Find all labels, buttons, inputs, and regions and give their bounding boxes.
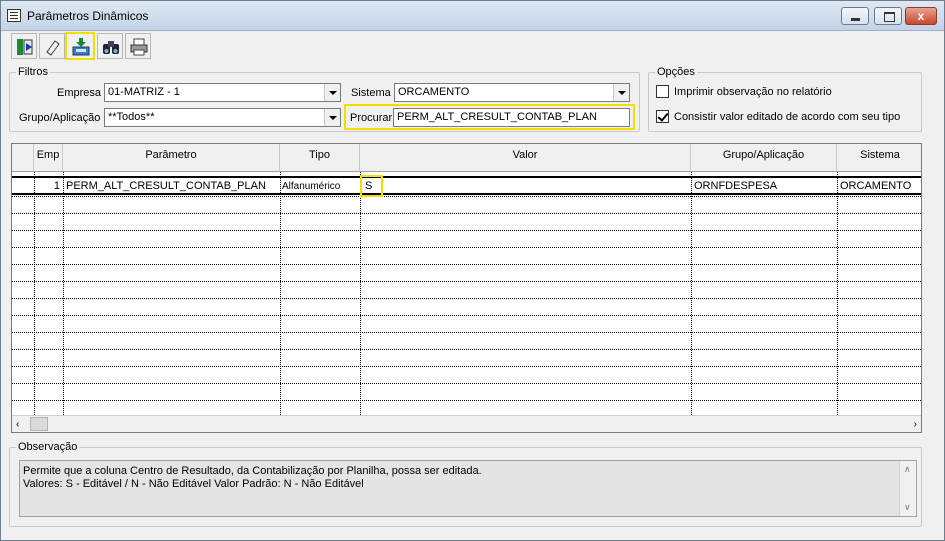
cell-sistema[interactable]: ORCAMENTO [840,178,920,195]
observation-line-2: Valores: S - Editável / N - Não Editável… [23,478,364,490]
scrollbar-thumb[interactable] [30,417,48,431]
observation-line-1: Permite que a coluna Centro de Resultado… [23,465,482,477]
print-button[interactable] [125,33,151,59]
observation-scrollbar[interactable]: ∧ ∨ [899,461,916,516]
title-bar: Parâmetros Dinâmicos x [1,1,944,31]
import-button[interactable] [65,32,95,60]
grupo-value: **Todos** [108,111,155,123]
col-header-parametro[interactable]: Parâmetro [63,144,280,172]
cell-tipo[interactable]: Alfanumérico [282,178,360,195]
procurar-input[interactable]: PERM_ALT_CRESULT_CONTAB_PLAN [393,108,630,127]
print-observation-checkbox[interactable] [656,85,669,98]
main-window: Parâmetros Dinâmicos x Filtros Empresa 0… [0,0,945,541]
import-icon [72,38,90,56]
cell-parametro[interactable]: PERM_ALT_CRESULT_CONTAB_PLAN [66,178,278,195]
col-header-sistema[interactable]: Sistema [837,144,921,172]
col-header-grupo[interactable]: Grupo/Aplicação [691,144,837,172]
col-header-emp[interactable]: Emp [34,144,63,172]
parameters-grid: Emp Parâmetro Tipo Valor Grupo/Aplicação… [11,143,922,433]
search-button[interactable] [97,33,123,59]
printer-icon [130,38,148,56]
options-legend: Opções [655,66,697,78]
scroll-up-icon[interactable]: ∧ [904,464,911,475]
scroll-left-icon[interactable]: ‹ [16,419,19,430]
binoculars-icon [103,41,119,54]
procurar-label: Procurar [350,112,393,124]
cell-emp[interactable]: 1 [34,178,63,195]
print-observation-label: Imprimir observação no relatório [674,86,832,98]
observation-legend: Observação [16,441,80,453]
observation-text: Permite que a coluna Centro de Resultado… [19,460,917,517]
scroll-down-icon[interactable]: ∨ [904,502,911,513]
row-indicator-header [12,144,34,172]
eraser-icon [46,40,60,56]
empresa-value: 01-MATRIZ - 1 [108,86,180,98]
close-button[interactable]: x [905,7,937,25]
valor-highlight [360,175,383,197]
options-group: Opções [648,66,922,132]
validate-type-checkbox[interactable] [656,110,669,123]
exit-icon [17,39,33,55]
window-title: Parâmetros Dinâmicos [27,9,149,23]
validate-type-label: Consistir valor editado de acordo com se… [674,111,901,123]
close-icon: x [917,9,925,23]
clear-button[interactable] [39,33,65,59]
col-header-tipo[interactable]: Tipo [280,144,360,172]
cell-grupo[interactable]: ORNFDESPESA [694,178,834,195]
sistema-label: Sistema [351,87,391,99]
maximize-button[interactable] [874,7,902,25]
grupo-select[interactable]: **Todos** [104,108,341,127]
sistema-select[interactable]: ORCAMENTO [394,83,630,102]
exit-button[interactable] [11,33,37,59]
empresa-label: Empresa [57,87,102,99]
scroll-right-icon[interactable]: › [914,419,917,430]
horizontal-scrollbar[interactable]: ‹ › [12,415,921,432]
sistema-value: ORCAMENTO [398,86,470,98]
filters-legend: Filtros [16,66,50,78]
window-icon [7,9,21,22]
chevron-down-icon[interactable] [324,84,340,101]
minimize-button[interactable] [841,7,869,25]
col-header-valor[interactable]: Valor [360,144,691,172]
chevron-down-icon[interactable] [324,109,340,126]
empresa-select[interactable]: 01-MATRIZ - 1 [104,83,341,102]
grupo-label: Grupo/Aplicação [19,112,101,124]
grid-lines [12,172,921,417]
procurar-value: PERM_ALT_CRESULT_CONTAB_PLAN [397,111,597,123]
chevron-down-icon[interactable] [613,84,629,101]
